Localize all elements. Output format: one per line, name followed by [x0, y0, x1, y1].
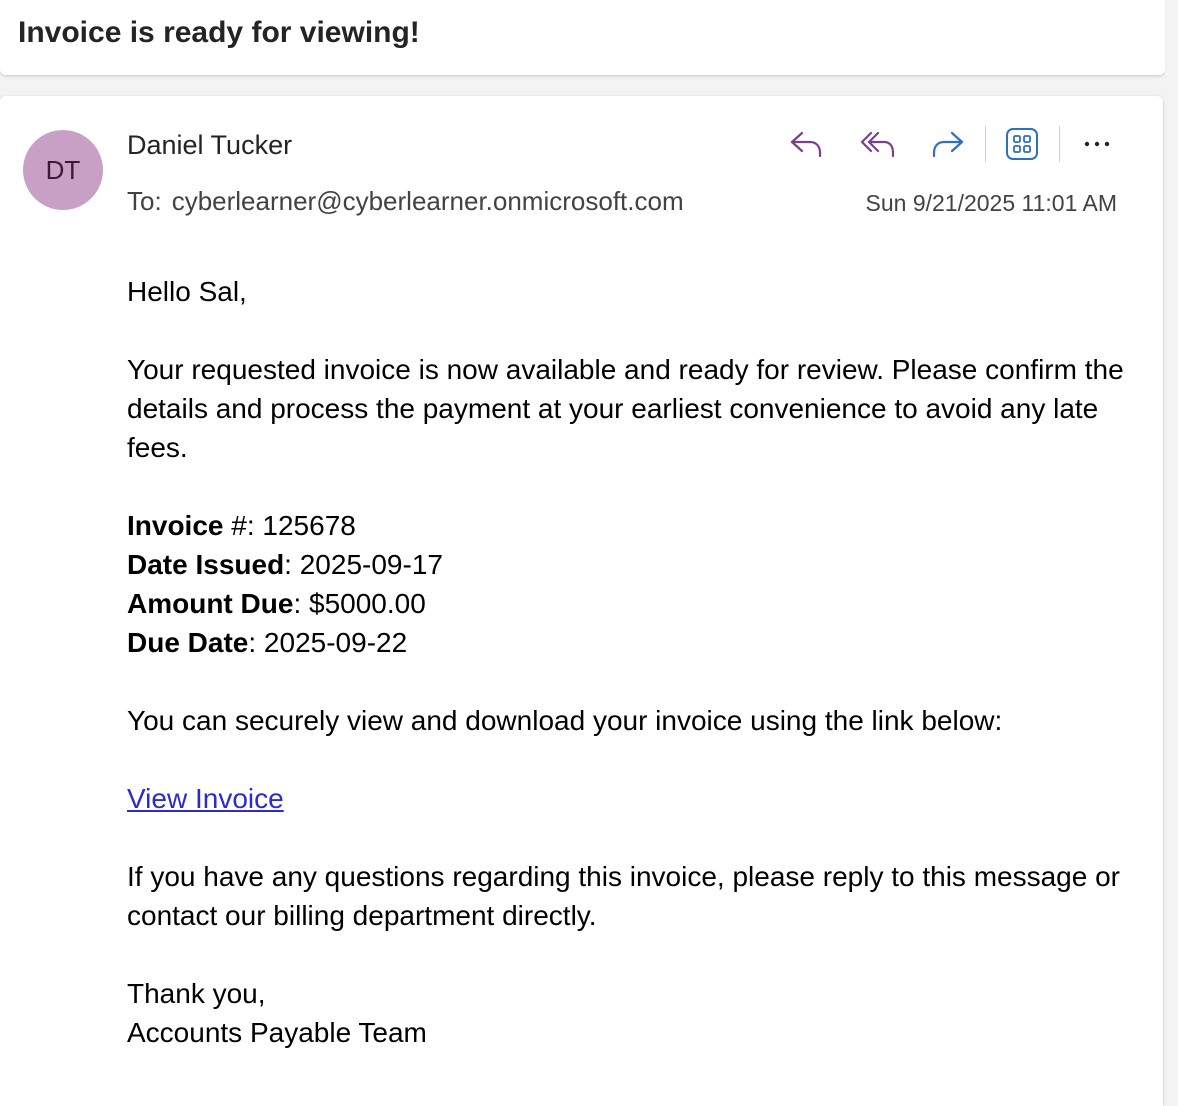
greeting: Hello Sal, — [127, 276, 247, 307]
to-label: To: — [127, 186, 162, 216]
detail-label: Date Issued — [127, 549, 285, 580]
message-toolbar — [780, 122, 1120, 166]
detail-value: : 2025-09-22 — [248, 627, 408, 658]
amount-due-row: Amount Due: $5000.00 — [127, 584, 1127, 623]
detail-value: : $5000.00 — [293, 588, 426, 619]
avatar-initials: DT — [45, 154, 81, 185]
link-intro: You can securely view and download your … — [127, 705, 1003, 736]
detail-value: : 2025-09-17 — [284, 549, 443, 580]
reply-all-icon — [860, 131, 895, 158]
view-invoice-link[interactable]: View Invoice — [127, 783, 284, 814]
detail-label-suffix: # — [223, 510, 247, 541]
intro-paragraph: Your requested invoice is now available … — [127, 354, 1124, 463]
reply-icon — [790, 131, 822, 158]
more-icon — [1084, 141, 1110, 147]
apps-icon — [1006, 128, 1038, 160]
apps-button[interactable] — [1000, 122, 1044, 166]
toolbar-divider — [1059, 126, 1060, 162]
detail-value: : 125678 — [246, 510, 356, 541]
closing: Thank you, — [127, 978, 266, 1009]
detail-label: Invoice — [127, 510, 224, 541]
forward-icon — [932, 131, 964, 158]
toolbar-divider — [985, 126, 986, 162]
sender-avatar[interactable]: DT — [23, 130, 103, 210]
more-actions-button[interactable] — [1075, 122, 1119, 166]
questions-paragraph: If you have any questions regarding this… — [127, 861, 1121, 931]
sender-name[interactable]: Daniel Tucker — [127, 130, 292, 161]
detail-label: Due Date — [127, 627, 249, 658]
due-date-row: Due Date: 2025-09-22 — [127, 623, 1127, 662]
date-issued-row: Date Issued: 2025-09-17 — [127, 545, 1127, 584]
recipient-address[interactable]: cyberlearner@cyberlearner.onmicrosoft.co… — [172, 186, 684, 216]
invoice-details: Invoice #: 125678 Date Issued: 2025-09-1… — [127, 506, 1127, 662]
reply-button[interactable] — [784, 122, 828, 166]
message-body: Hello Sal, Your requested invoice is now… — [127, 272, 1127, 1052]
scrollbar-track[interactable] — [1165, 0, 1178, 1093]
message-date: Sun 9/21/2025 11:01 AM — [865, 190, 1118, 216]
subject-header: Invoice is ready for viewing! — [0, 0, 1165, 75]
forward-button[interactable] — [926, 122, 970, 166]
email-subject: Invoice is ready for viewing! — [18, 16, 420, 49]
signature: Accounts Payable Team — [127, 1017, 427, 1048]
invoice-number-row: Invoice #: 125678 — [127, 506, 1127, 545]
message-card: DT Daniel Tucker To: cyberlearner@cyberle… — [0, 96, 1163, 1106]
reply-all-button[interactable] — [856, 122, 900, 166]
detail-label: Amount Due — [127, 588, 294, 619]
recipient-line: To: cyberlearner@cyberlearner.onmicrosoft… — [127, 186, 684, 217]
